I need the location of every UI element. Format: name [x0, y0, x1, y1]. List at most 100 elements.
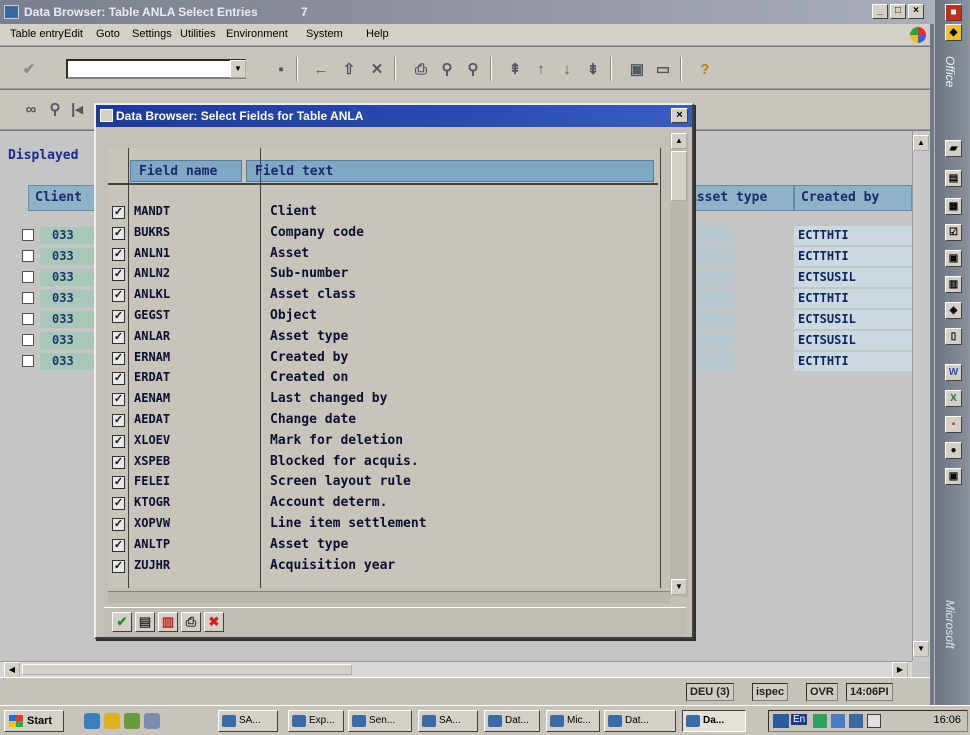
exit-icon[interactable]: ⇧ [340, 62, 358, 78]
field-row[interactable]: ✓ ANLKL Asset class [110, 286, 658, 307]
field-row[interactable]: ✓ XOPVW Line item settlement [110, 515, 658, 536]
column-header-field-name[interactable]: Field name [130, 160, 242, 182]
note-icon[interactable]: ◈ [945, 302, 962, 319]
field-checkbox[interactable]: ✓ [112, 434, 125, 448]
field-checkbox[interactable]: ✓ [112, 247, 125, 261]
row-select-checkbox[interactable] [22, 292, 34, 304]
glasses-icon[interactable]: ∞ [22, 102, 40, 118]
access-icon[interactable]: ▣ [945, 468, 962, 485]
field-checkbox[interactable]: ✓ [112, 351, 125, 365]
horizontal-scroll-thumb[interactable] [22, 664, 352, 675]
row-select-checkbox[interactable] [22, 250, 34, 262]
monitor-icon[interactable] [831, 714, 845, 728]
column-header-field-text[interactable]: Field text [246, 160, 654, 182]
menu-environment[interactable]: Environment [226, 28, 288, 40]
scroll-down-arrow-icon[interactable]: ▼ [913, 641, 929, 657]
scroll-right-arrow-icon[interactable]: ▶ [892, 662, 908, 678]
field-checkbox[interactable]: ✓ [112, 538, 125, 552]
menu-edit[interactable]: Edit [64, 28, 83, 40]
menu-goto[interactable]: Goto [96, 28, 120, 40]
field-checkbox[interactable]: ✓ [112, 497, 125, 511]
office-logo-icon[interactable]: ◆ [945, 24, 962, 41]
deselect-all-icon[interactable]: ▥ [158, 612, 178, 632]
scroll-up-arrow-icon[interactable]: ▲ [671, 133, 687, 149]
channels-icon[interactable] [144, 713, 160, 729]
cancel-icon[interactable]: ✕ [368, 62, 386, 78]
main-window-title-bar[interactable]: Data Browser: Table ANLA Select Entries … [0, 0, 948, 24]
field-row[interactable]: ✓ AEDAT Change date [110, 411, 658, 432]
row-select-checkbox[interactable] [22, 313, 34, 325]
row-select-checkbox[interactable] [22, 271, 34, 283]
field-row[interactable]: ✓ XLOEV Mark for deletion [110, 432, 658, 453]
outlook-icon[interactable] [104, 713, 120, 729]
command-field[interactable] [66, 59, 246, 79]
search-icon[interactable]: ⚲ [46, 102, 64, 118]
field-checkbox[interactable]: ✓ [112, 393, 125, 407]
network-icon[interactable] [773, 714, 789, 728]
field-checkbox[interactable]: ✓ [112, 414, 125, 427]
taskbar-button[interactable]: Dat... [484, 710, 540, 732]
back-icon[interactable]: ← [312, 62, 330, 78]
taskbar-button[interactable]: SA... [418, 710, 478, 732]
column-header-asset-type[interactable]: Asset type [682, 185, 794, 211]
field-checkbox[interactable]: ✓ [112, 268, 125, 282]
create-session-icon[interactable]: ▣ [628, 62, 646, 78]
taskbar-button[interactable]: Mic... [546, 710, 600, 732]
journal-icon[interactable]: ▥ [945, 276, 962, 293]
internet-explorer-icon[interactable] [84, 713, 100, 729]
field-checkbox[interactable]: ✓ [112, 372, 125, 386]
dialog-title-bar[interactable]: Data Browser: Select Fields for Table AN… [96, 105, 692, 127]
previous-page-icon[interactable]: ↑ [532, 62, 550, 78]
save-icon[interactable]: ▪ [272, 62, 290, 78]
field-row[interactable]: ✓ KTOGR Account determ. [110, 494, 658, 515]
field-row[interactable]: ✓ ANLTP Asset type [110, 536, 658, 557]
find-icon[interactable]: ⚲ [438, 62, 456, 78]
taskbar-button[interactable]: Dat... [604, 710, 676, 732]
checkmark-icon[interactable]: ✔ [112, 612, 132, 632]
find-next-icon[interactable]: ⚲ [464, 62, 482, 78]
maximize-button[interactable]: □ [890, 4, 906, 19]
field-checkbox[interactable]: ✓ [112, 330, 125, 344]
dialog-horizontal-scrollbar[interactable] [108, 591, 670, 603]
new-document-icon[interactable]: ▤ [945, 170, 962, 187]
scroll-left-arrow-icon[interactable]: ◀ [4, 662, 20, 678]
excel-icon[interactable]: X [945, 390, 962, 407]
mail-icon[interactable] [867, 714, 881, 728]
main-horizontal-scrollbar[interactable]: ◀ ▶ [0, 661, 912, 678]
minimize-button[interactable]: _ [872, 4, 888, 19]
desktop-icon[interactable] [124, 713, 140, 729]
field-checkbox[interactable]: ✓ [112, 455, 125, 469]
first-page-icon[interactable]: ⇞ [506, 62, 524, 78]
calendar-icon[interactable]: ▦ [945, 198, 962, 215]
dialog-vertical-scrollbar[interactable]: ▲ ▼ [670, 133, 688, 597]
field-row[interactable]: ✓ GEGST Object [110, 307, 658, 328]
vertical-scroll-thumb[interactable] [671, 151, 687, 201]
field-row[interactable]: ✓ ANLAR Asset type [110, 328, 658, 349]
help-icon[interactable]: ? [696, 62, 714, 78]
shortcut-icon[interactable]: ▭ [654, 62, 672, 78]
menu-system[interactable]: System [306, 28, 343, 40]
field-checkbox[interactable]: ✓ [112, 206, 125, 219]
open-folder-icon[interactable]: ▰ [945, 140, 962, 157]
document-icon[interactable]: ▯ [945, 328, 962, 345]
menu-table-entry[interactable]: Table entry [10, 28, 64, 40]
status-mode[interactable]: OVR [806, 683, 838, 701]
field-row[interactable]: ✓ ERDAT Created on [110, 369, 658, 390]
row-select-checkbox[interactable] [22, 229, 34, 241]
contact-icon[interactable]: ▣ [945, 250, 962, 267]
powerpoint-icon[interactable]: ▪ [945, 416, 962, 433]
close-window-button[interactable]: × [908, 4, 924, 19]
menu-utilities[interactable]: Utilities [180, 28, 215, 40]
field-row[interactable]: ✓ FELEI Screen layout rule [110, 473, 658, 494]
select-all-icon[interactable]: ▤ [135, 612, 155, 632]
scheduler-icon[interactable] [849, 714, 863, 728]
column-header-created-by[interactable]: Created by [794, 185, 912, 211]
field-row[interactable]: ✓ ANLN2 Sub-number [110, 265, 658, 286]
cancel-icon[interactable]: ✖ [204, 612, 224, 632]
enter-checkmark-icon[interactable]: ✔ [20, 62, 38, 78]
scroll-down-arrow-icon[interactable]: ▼ [671, 579, 687, 595]
field-checkbox[interactable]: ✓ [112, 310, 125, 323]
taskbar-button[interactable]: SA... [218, 710, 278, 732]
last-page-icon[interactable]: ⇟ [584, 62, 602, 78]
task-icon[interactable]: ☑ [945, 224, 962, 241]
